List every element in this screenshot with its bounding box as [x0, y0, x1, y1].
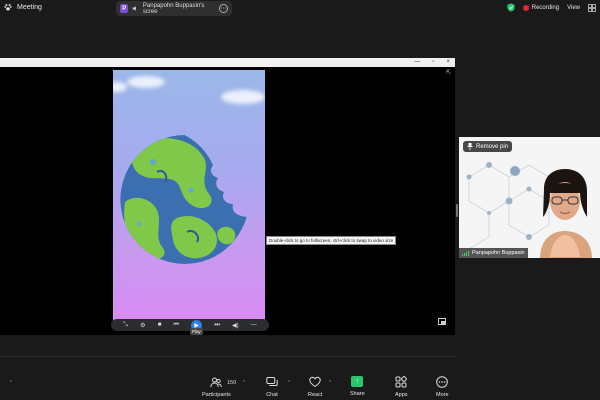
participant-name-tag: Panpapohn Buppasin — [459, 248, 528, 258]
more-button[interactable]: More — [436, 376, 449, 398]
chevron-up-icon[interactable]: ⌃ — [242, 380, 246, 386]
remove-pin-label: Remove pin — [476, 143, 509, 150]
earth-illustration — [120, 135, 247, 264]
resize-handle[interactable] — [456, 204, 458, 217]
shared-window-titlebar: — ▫ × — [0, 58, 455, 67]
participants-count: 150 — [227, 380, 237, 386]
fullscreen-tooltip: Double-click to go to fullscreen, ctrl+c… — [266, 236, 397, 245]
apps-button[interactable]: Apps — [395, 376, 408, 398]
picture-in-picture-icon[interactable] — [438, 318, 446, 325]
view-grid-icon[interactable] — [588, 3, 596, 12]
apps-label: Apps — [395, 392, 408, 398]
share-label: Panpapohn Buppasin's scree — [142, 2, 205, 15]
view-menu[interactable]: View — [567, 5, 580, 11]
speaker-icon — [133, 6, 137, 11]
meeting-toolbar: ⌃ Participants 150 ⌃ Chat ⌃ React ⌃ ↑ Sh… — [0, 372, 600, 400]
play-tooltip: Play — [190, 328, 203, 335]
minimize-icon: — — [414, 59, 421, 65]
video-divider — [0, 356, 455, 357]
cloud-shape — [221, 90, 265, 104]
recording-label: Recording — [531, 4, 560, 11]
recording-dot-icon — [522, 4, 529, 11]
participant-person — [540, 169, 592, 258]
video-frame[interactable] — [113, 70, 265, 323]
participants-label: Participants — [202, 392, 231, 398]
chat-icon — [266, 377, 278, 386]
top-right-area: Recording View — [507, 3, 596, 12]
paw-icon — [4, 3, 12, 11]
window-controls: — ▫ × — [414, 58, 450, 67]
pin-icon — [467, 143, 473, 150]
sharer-badge: P — [120, 4, 129, 13]
participants-icon — [210, 377, 223, 388]
share-screen-icon: ↑ — [351, 376, 364, 387]
chevron-up-icon[interactable]: ⌃ — [328, 380, 332, 386]
app-title-area: Meeting — [4, 3, 42, 11]
expand-icon[interactable]: ⇱ — [446, 69, 451, 76]
settings-icon[interactable]: ⚙ — [140, 322, 145, 329]
more-options-icon[interactable]: ⋯ — [219, 4, 228, 13]
volume-icon[interactable]: ◀) — [232, 322, 239, 329]
apps-icon — [395, 376, 408, 388]
next-icon[interactable]: ⏭ — [214, 322, 219, 329]
shrink-icon[interactable]: ⤡ — [123, 322, 128, 329]
participant-video[interactable]: Remove pin Panpapohn Buppasin — [459, 137, 600, 258]
app-title: Meeting — [17, 3, 42, 11]
cloud-shape — [127, 76, 165, 88]
heart-icon — [309, 376, 321, 388]
meeting-window: Meeting P Panpapohn Buppasin's scree ⋯ R… — [0, 0, 600, 400]
previous-icon[interactable]: ⏮ — [174, 322, 179, 329]
security-shield-icon[interactable] — [507, 3, 515, 12]
stop-icon[interactable]: ■ — [158, 322, 162, 328]
chevron-up-icon[interactable]: ⌃ — [287, 380, 291, 386]
top-bar: Meeting P Panpapohn Buppasin's scree ⋯ R… — [0, 0, 600, 18]
maximize-icon: ▫ — [432, 59, 435, 65]
close-icon: × — [446, 59, 450, 65]
chevron-up-icon[interactable]: ⌃ — [9, 380, 13, 386]
audio-level-icon — [462, 250, 469, 256]
volume-slider[interactable]: — — [251, 322, 257, 328]
shared-screen[interactable]: — ▫ × ⇱ — [0, 58, 455, 357]
share-label: Share — [350, 391, 365, 397]
recording-indicator[interactable]: Recording — [522, 4, 560, 11]
chat-label: Chat — [266, 392, 278, 398]
react-button[interactable]: React — [308, 376, 322, 398]
cloud-shape — [113, 82, 127, 92]
remove-pin-button[interactable]: Remove pin — [463, 141, 513, 152]
screen-share-indicator[interactable]: P Panpapohn Buppasin's scree ⋯ — [116, 1, 232, 16]
chat-button[interactable]: Chat — [266, 376, 278, 398]
more-icon — [436, 376, 449, 388]
share-button[interactable]: ↑ Share — [350, 376, 365, 397]
more-label: More — [436, 392, 449, 398]
participant-name: Panpapohn Buppasin — [472, 250, 525, 256]
react-label: React — [308, 392, 323, 398]
